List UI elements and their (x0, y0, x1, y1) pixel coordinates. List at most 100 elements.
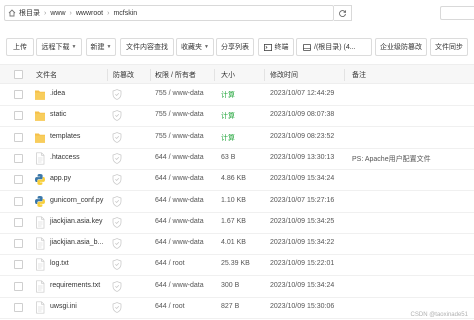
calculate-size-link[interactable]: 计算 (221, 111, 235, 121)
file-perm[interactable]: 755 / www-data (155, 133, 204, 140)
table-row[interactable]: uwsgi.ini 644 / root 827 B 2023/10/09 15:30… (0, 298, 474, 319)
refresh-button[interactable] (334, 5, 352, 21)
file-mtime: 2023/10/09 15:34:25 (270, 217, 335, 225)
shield-icon[interactable] (112, 195, 122, 207)
file-size: 4.01 KB (221, 239, 246, 247)
table-row[interactable]: templates 755 / www-data 计算 2023/10/09 08:2… (0, 128, 474, 149)
column-divider (344, 69, 345, 81)
toolbar: 上传 远程下载 ▼ 新建 ▼ 文件内容查找 收藏夹 ▼ 分享列表 终端 /(根目录) … (6, 38, 474, 56)
table-row[interactable]: .htaccess 644 / www-data 63 B 2023/10/09 13… (0, 149, 474, 170)
file-perm[interactable]: 755 / www-data (155, 90, 204, 97)
file-note[interactable]: PS: Apache用户配置文件 (352, 154, 431, 164)
table-row[interactable]: app.py 644 / www-data 4.86 KB 2023/10/09 15… (0, 170, 474, 192)
shield-icon[interactable] (112, 259, 122, 271)
breadcrumb-www[interactable]: www (50, 10, 65, 17)
new-button[interactable]: 新建 ▼ (86, 38, 116, 56)
table-row[interactable]: jiackjian.asia.key 644 / www-data 1.67 KB 2… (0, 213, 474, 234)
file-name-link[interactable]: .idea (50, 90, 65, 97)
column-size[interactable]: 大小 (221, 70, 235, 80)
upload-button[interactable]: 上传 (6, 38, 34, 56)
row-checkbox[interactable] (14, 281, 23, 291)
column-note: 备注 (352, 72, 366, 79)
row-checkbox[interactable] (14, 175, 23, 185)
shield-icon[interactable] (112, 153, 122, 164)
remote-download-button[interactable]: 远程下载 ▼ (36, 38, 82, 56)
breadcrumb-mcfskin[interactable]: mcfskin (113, 10, 137, 17)
path-tab-button[interactable]: /(根目录) (4... (296, 38, 372, 56)
shield-icon[interactable] (112, 217, 122, 228)
shield-icon[interactable] (112, 110, 122, 122)
file-mtime: 2023/10/09 15:22:01 (270, 260, 335, 268)
breadcrumb-root[interactable]: 根目录 (8, 8, 40, 18)
file-perm[interactable]: 644 / root (155, 303, 185, 310)
table-row[interactable]: static 755 / www-data 计算 2023/10/09 08:07:3… (0, 106, 474, 128)
row-checkbox[interactable] (14, 111, 23, 121)
shield-icon[interactable] (112, 131, 122, 143)
file-name-link[interactable]: jiackjian.asia.key (50, 218, 103, 225)
file-name-link[interactable]: uwsgi.ini (50, 303, 77, 310)
file-name-link[interactable]: log.txt (50, 260, 69, 267)
row-checkbox[interactable] (14, 153, 23, 163)
file-perm[interactable]: 644 / www-data (155, 175, 204, 182)
column-divider (264, 69, 265, 81)
column-name[interactable]: 文件名 (36, 70, 57, 80)
column-mtime[interactable]: 修改时间 (270, 70, 298, 80)
file-perm[interactable]: 644 / www-data (155, 282, 204, 289)
chevron-right-icon: › (44, 9, 47, 17)
row-checkbox[interactable] (14, 196, 23, 206)
file-icon (34, 152, 46, 165)
row-checkbox[interactable] (14, 217, 23, 227)
file-size: 1.10 KB (221, 196, 246, 204)
terminal-button[interactable]: 终端 (258, 38, 294, 56)
shield-icon[interactable] (112, 89, 122, 100)
file-perm[interactable]: 644 / www-data (155, 239, 204, 246)
file-perm[interactable]: 644 / www-data (155, 197, 204, 204)
file-perm[interactable]: 644 / root (155, 260, 185, 267)
row-checkbox[interactable] (14, 260, 23, 270)
calculate-size-link[interactable]: 计算 (221, 90, 235, 100)
row-checkbox[interactable] (14, 303, 23, 312)
table-row[interactable]: log.txt 644 / root 25.39 KB 2023/10/09 15:2… (0, 255, 474, 277)
chevron-right-icon: › (107, 9, 110, 17)
shield-icon[interactable] (112, 280, 122, 292)
file-name-link[interactable]: requirements.txt (50, 282, 100, 289)
file-perm[interactable]: 644 / www-data (155, 218, 204, 225)
column-protect[interactable]: 防篡改 (113, 70, 134, 80)
file-name-link[interactable]: templates (50, 133, 80, 140)
file-perm[interactable]: 644 / www-data (155, 154, 204, 161)
shield-icon[interactable] (112, 238, 122, 249)
column-divider (150, 69, 151, 81)
table-row[interactable]: gunicorn_conf.py 644 / www-data 1.10 KB 202… (0, 192, 474, 213)
share-list-button[interactable]: 分享列表 (216, 38, 254, 56)
file-search-button[interactable]: 文件内容查找 (120, 38, 174, 56)
disk-icon (303, 43, 311, 51)
shield-icon[interactable] (112, 302, 122, 313)
file-sync-button[interactable]: 文件同步 (430, 38, 468, 56)
breadcrumb-wwwroot[interactable]: wwwroot (76, 10, 103, 17)
row-checkbox[interactable] (14, 90, 23, 99)
file-name-link[interactable]: jiackjian.asia_b... (50, 239, 103, 246)
calculate-size-link[interactable]: 计算 (221, 133, 235, 143)
file-name-link[interactable]: static (50, 111, 66, 118)
file-name-link[interactable]: app.py (50, 175, 71, 182)
table-row[interactable]: .idea 755 / www-data 计算 2023/10/07 12:44:29 (0, 85, 474, 106)
favorites-button[interactable]: 收藏夹 ▼ (176, 38, 214, 56)
search-input[interactable] (440, 6, 474, 20)
table-row[interactable]: requirements.txt 644 / www-data 300 B 2023/… (0, 277, 474, 298)
row-checkbox[interactable] (14, 132, 23, 142)
row-checkbox[interactable] (14, 239, 23, 249)
file-perm[interactable]: 755 / www-data (155, 111, 204, 118)
chevron-right-icon: › (69, 9, 72, 17)
enterprise-tamper-button[interactable]: 企业级防篡改 (375, 38, 427, 56)
python-icon (34, 173, 46, 186)
select-all-checkbox[interactable] (14, 70, 23, 79)
shield-icon[interactable] (112, 174, 122, 185)
file-name-link[interactable]: gunicorn_conf.py (50, 197, 103, 204)
file-icon (34, 216, 46, 229)
column-perm[interactable]: 权限 / 所有者 (155, 70, 196, 80)
folder-icon (34, 131, 46, 144)
table-row[interactable]: jiackjian.asia_b... 644 / www-data 4.01 KB… (0, 234, 474, 256)
breadcrumb[interactable]: 根目录 › www › wwwroot › mcfskin (4, 5, 334, 21)
terminal-icon (263, 43, 272, 51)
file-name-link[interactable]: .htaccess (50, 154, 80, 161)
